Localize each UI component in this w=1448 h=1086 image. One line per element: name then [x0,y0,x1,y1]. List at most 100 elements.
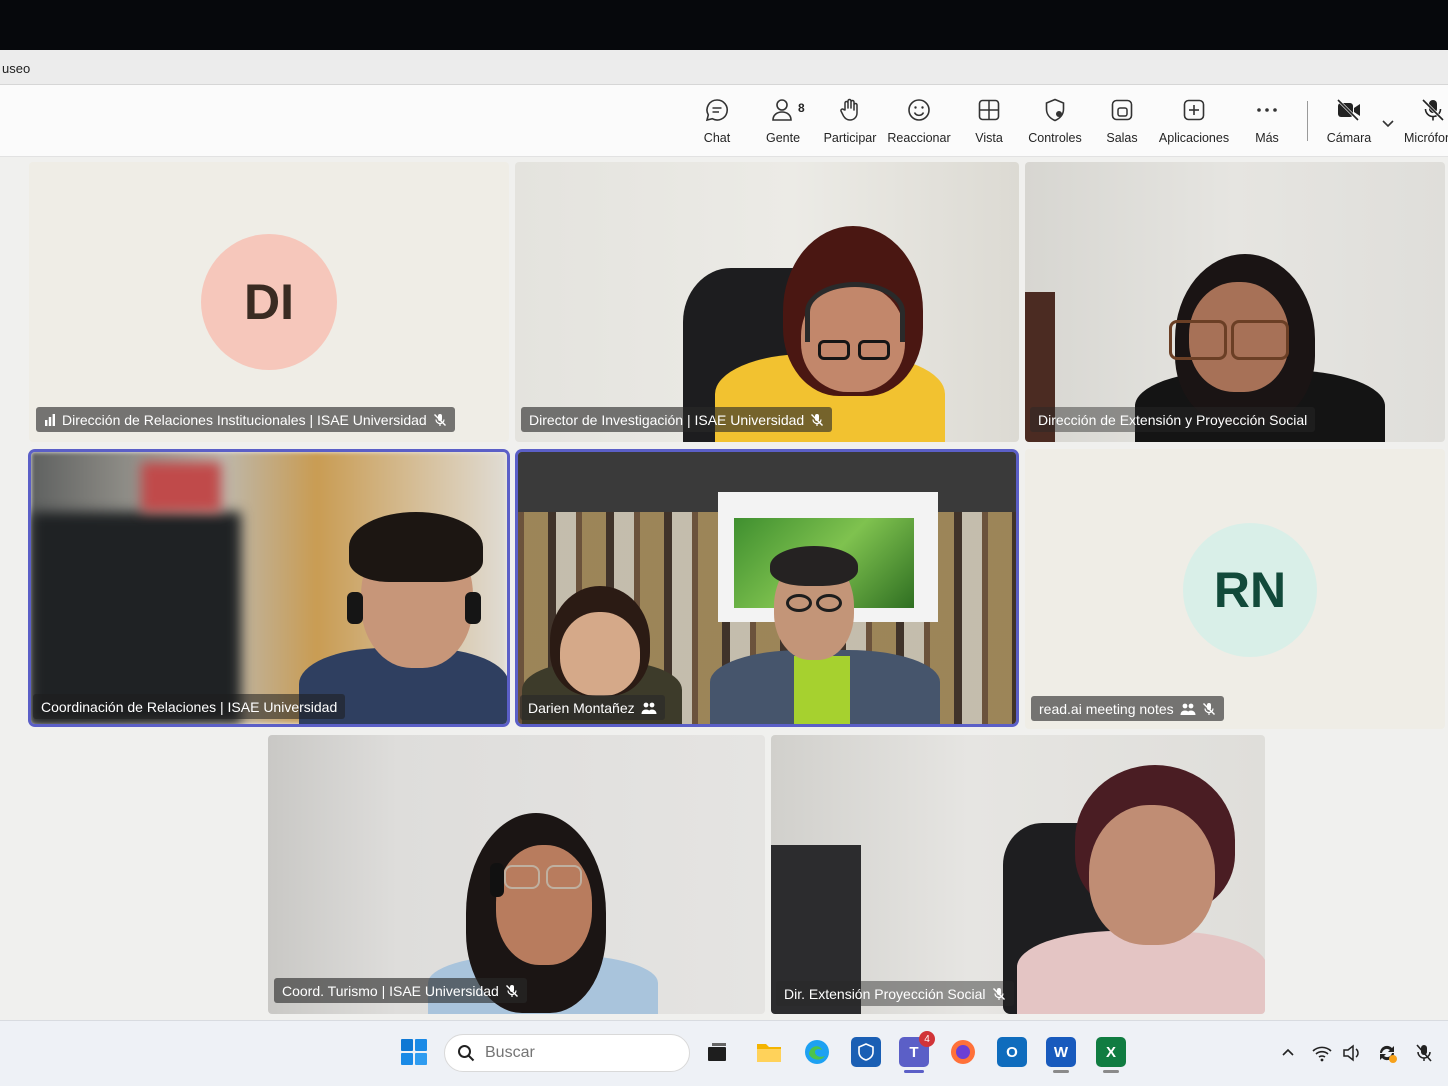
hand-icon [835,95,865,125]
participant-video [268,735,765,1014]
camera-label: Cámara [1326,131,1372,145]
apps-label: Aplicaciones [1158,131,1230,145]
speaking-bars-icon [45,413,55,426]
sync-icon[interactable] [1375,1041,1399,1065]
chat-label: Chat [703,131,731,145]
mic-muted-icon [1202,702,1215,715]
word-icon[interactable]: W [1046,1037,1076,1067]
view-button[interactable]: Vista [972,95,1006,151]
mic-muted-icon [433,413,446,426]
participant-video [1025,162,1445,442]
avatar-initials: DI [244,274,294,330]
screen-bezel [0,0,1448,50]
rooms-button[interactable]: Salas [1104,95,1140,151]
participant-name: Coord. Turismo | ISAE Universidad [282,982,499,999]
search-input[interactable] [485,1044,665,1062]
task-view-icon[interactable] [702,1037,732,1067]
add-apps-icon [1179,95,1209,125]
participant-video [771,735,1265,1014]
rooms-label: Salas [1106,131,1138,145]
participant-name: Dir. Extensión Proyección Social [784,985,986,1002]
participant-tile[interactable]: Darien Montañez [518,452,1016,724]
controls-button[interactable]: Controles [1027,95,1083,151]
participant-nametag: Dir. Extensión Proyección Social [776,981,1014,1006]
participant-avatar: RN [1183,523,1317,657]
windows-taskbar: T 4 O W X [0,1020,1448,1086]
mic-muted-icon [811,413,824,426]
defender-shield-icon[interactable] [851,1037,881,1067]
participant-video [515,162,1019,442]
avatar-initials: RN [1213,562,1287,618]
smiley-icon [904,95,934,125]
excel-icon[interactable]: X [1096,1037,1126,1067]
tray-overflow-chevron-icon[interactable] [1276,1041,1300,1065]
participant-tile[interactable]: Dir. Extensión Proyección Social [771,735,1265,1014]
grid-view-icon [974,95,1004,125]
firefox-icon[interactable] [948,1037,978,1067]
people-group-icon [641,702,657,714]
participant-tile[interactable]: Coordinación de Relaciones | ISAE Univer… [31,452,507,724]
view-label: Vista [975,131,1003,145]
mic-muted-icon [992,987,1005,1000]
participant-tile[interactable]: Director de Investigación | ISAE Univers… [515,162,1019,442]
people-icon: 8 [768,95,805,125]
meeting-toolbar: Chat 8 Gente Participar Reaccionar Vista… [0,85,1448,157]
edge-browser-icon[interactable] [802,1037,832,1067]
participant-name: Darien Montañez [528,699,635,716]
participant-name: Dirección de Extensión y Proyección Soci… [1038,411,1308,428]
participant-tile[interactable]: DI Dirección de Relaciones Institucional… [29,162,509,442]
react-button[interactable]: Reaccionar [887,95,951,151]
participant-nametag: Dirección de Extensión y Proyección Soci… [1030,407,1316,432]
raise-hand-button[interactable]: Participar [822,95,878,151]
people-group-icon [1180,703,1196,715]
participant-video [518,452,1016,724]
tray-mic-muted-icon[interactable] [1412,1041,1436,1065]
excel-running-indicator [1103,1070,1119,1073]
participant-tile[interactable]: RN read.ai meeting notes [1025,449,1445,729]
teams-notification-badge: 4 [919,1031,935,1047]
camera-button[interactable]: Cámara [1324,95,1374,151]
more-label: Más [1255,131,1279,145]
apps-button[interactable]: Aplicaciones [1157,95,1231,151]
participant-name: Coordinación de Relaciones | ISAE Univer… [41,698,338,715]
people-button[interactable]: 8 Gente [764,95,805,151]
windows-start-icon[interactable] [399,1037,429,1067]
participant-nametag: read.ai meeting notes [1031,696,1224,721]
people-count: 8 [798,101,805,115]
participant-avatar: DI [201,234,337,370]
participant-nametag: Darien Montañez [520,695,665,720]
more-dots-icon [1252,95,1282,125]
participant-nametag: Dirección de Relaciones Institucionales … [36,407,455,432]
chat-icon [702,95,732,125]
participant-name: Director de Investigación | ISAE Univers… [529,411,805,428]
volume-icon[interactable] [1340,1041,1364,1065]
mic-off-icon [1418,95,1448,125]
participant-nametag: Coordinación de Relaciones | ISAE Univer… [33,694,346,719]
participant-video [31,452,507,724]
teams-active-indicator [904,1070,924,1073]
participant-nametag: Director de Investigación | ISAE Univers… [521,407,833,432]
controls-label: Controles [1028,131,1082,145]
more-button[interactable]: Más [1252,95,1282,151]
wifi-icon[interactable] [1310,1041,1334,1065]
video-stage: DI Dirección de Relaciones Institucional… [0,157,1448,1020]
participant-tile[interactable]: Dirección de Extensión y Proyección Soci… [1025,162,1445,442]
mic-label: Micrófono [1404,131,1448,145]
shield-settings-icon [1040,95,1070,125]
participant-tile[interactable]: Coord. Turismo | ISAE Universidad [268,735,765,1014]
toolbar-divider [1307,101,1308,141]
taskbar-search[interactable] [444,1034,690,1072]
camera-off-icon [1334,95,1364,125]
chat-button[interactable]: Chat [700,95,734,151]
file-explorer-icon[interactable] [754,1037,784,1067]
outlook-icon[interactable]: O [997,1037,1027,1067]
mic-muted-icon [505,984,518,997]
window-title: useo [2,61,31,76]
participant-name: read.ai meeting notes [1039,700,1174,717]
participant-name: Dirección de Relaciones Institucionales … [62,411,427,428]
react-label: Reaccionar [887,131,951,145]
camera-options-chevron-icon[interactable] [1380,115,1396,131]
people-label: Gente [765,131,801,145]
mic-button[interactable]: Micrófono [1404,95,1448,151]
window-titlebar: useo [0,50,1448,85]
